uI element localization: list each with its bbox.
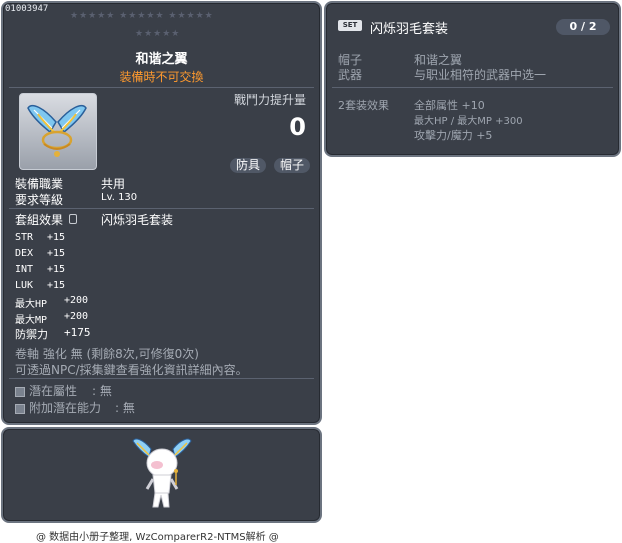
- credit-footer: @ 数据由小册子整理, WzComparerR2-NTMS解析 @: [36, 532, 279, 543]
- stat-row: LUK +15: [15, 280, 66, 291]
- bonus-potential-row: 附加潛在能力 : 無: [15, 399, 135, 416]
- set-bonus-line: 全部属性 +10: [414, 99, 485, 112]
- power-increase-label: 戰鬥力提升量: [233, 93, 306, 107]
- item-tooltip-panel: 01003947 ★★★★★ ★★★★★ ★★★★★ ★★★★★ 和谐之翼 装備…: [1, 1, 322, 425]
- set-effect-row: 套組效果 闪烁羽毛套装: [15, 211, 173, 228]
- set-badge-icon: SET: [338, 20, 362, 31]
- character-preview-icon: [132, 438, 192, 508]
- level-label: 要求等級: [15, 193, 64, 207]
- scroll-info: 卷軸 強化 無 (剩餘8次,可修復0次): [15, 347, 199, 361]
- job-label: 裝備職業: [15, 177, 64, 191]
- wing-headgear-icon: [27, 104, 87, 157]
- set-name: 闪烁羽毛套装: [370, 22, 449, 37]
- star-force-row-1: ★★★★★ ★★★★★ ★★★★★: [70, 11, 214, 21]
- stat-row: 最大HP +200: [15, 295, 89, 310]
- job-value: 共用: [101, 177, 126, 191]
- level-row: 要求等級 Lv. 130: [15, 191, 137, 208]
- set-count: 0 / 2: [556, 19, 610, 35]
- avatar-preview-panel: [1, 427, 322, 523]
- job-row: 裝備職業 共用: [15, 175, 125, 192]
- set-part-name: 与职业相符的武器中选一: [414, 68, 547, 82]
- equipment-type-tag: 帽子: [274, 158, 311, 173]
- level-value: Lv. 130: [101, 192, 138, 203]
- set-bonus-label: 2套装效果: [338, 99, 389, 112]
- equipment-category-tag: 防具: [230, 158, 267, 173]
- stat-row: 防禦力 +175: [15, 326, 91, 341]
- power-increase-value: 0: [289, 113, 306, 141]
- set-effect-label: 套組效果: [15, 213, 64, 227]
- divider: [9, 378, 314, 379]
- item-id: 01003947: [5, 4, 49, 14]
- item-icon-frame: [19, 93, 97, 170]
- stat-row: DEX +15: [15, 248, 66, 259]
- potential-indicator-icon: [15, 386, 25, 397]
- set-bonus-line: 最大HP / 最大MP +300: [414, 116, 523, 127]
- set-effect-name: 闪烁羽毛套装: [101, 213, 174, 227]
- divider: [9, 87, 314, 88]
- trade-restriction-note: 装備時不可交換: [119, 70, 204, 84]
- set-part-slot: 武器: [338, 68, 363, 82]
- divider: [332, 87, 613, 88]
- lock-icon: [68, 214, 77, 224]
- potential-row: 潛在屬性 : 無: [15, 382, 112, 399]
- set-bonus-line: 攻擊力/魔力 +5: [414, 129, 493, 142]
- set-info-panel: SET 闪烁羽毛套装 0 / 2 帽子 和谐之翼 武器 与职业相符的武器中选一 …: [324, 1, 621, 157]
- npc-info: 可透過NPC/採集鍵查看強化資訊詳細內容。: [15, 363, 248, 377]
- stat-row: STR +15: [15, 232, 66, 243]
- stat-row: INT +15: [15, 264, 66, 275]
- stat-row: 最大MP +200: [15, 311, 89, 326]
- star-force-row-2: ★★★★★: [135, 29, 181, 39]
- bonus-potential-indicator-icon: [15, 403, 25, 414]
- item-name: 和谐之翼: [135, 52, 188, 67]
- divider: [9, 208, 314, 209]
